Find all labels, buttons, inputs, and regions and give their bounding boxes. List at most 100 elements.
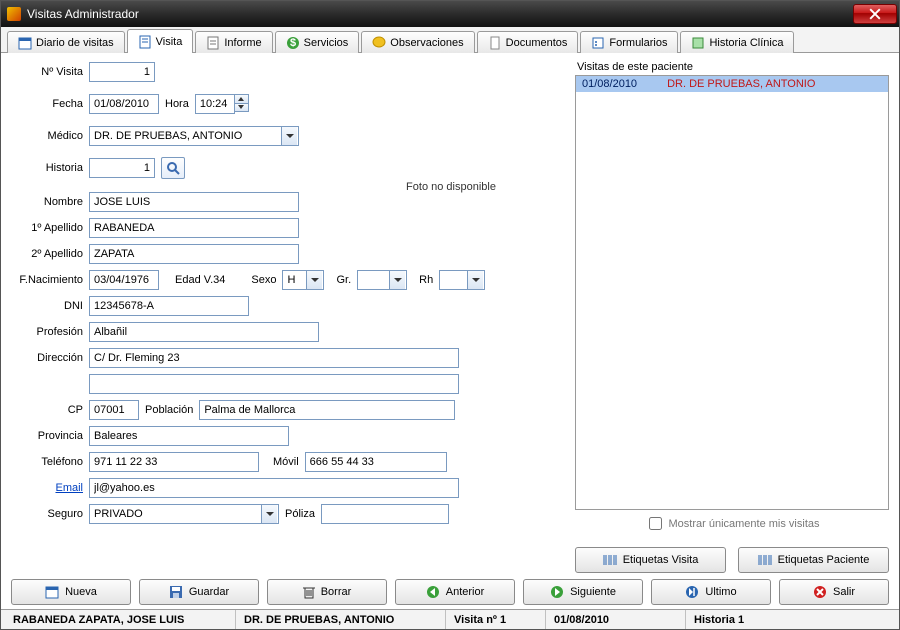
tab-bar: Diario de visitas Visita Informe $ Servi… bbox=[1, 27, 899, 53]
label-dni: DNI bbox=[11, 300, 83, 312]
tab-documentos[interactable]: Documentos bbox=[477, 31, 579, 53]
barcode-icon bbox=[603, 554, 617, 566]
tab-formularios[interactable]: Formularios bbox=[580, 31, 678, 53]
label-historia: Historia bbox=[11, 162, 83, 174]
fecha-input[interactable] bbox=[89, 94, 159, 114]
window-title: Visitas Administrador bbox=[27, 7, 853, 21]
label-n-visita: Nº Visita bbox=[11, 66, 83, 78]
label-email[interactable]: Email bbox=[11, 482, 83, 494]
salir-button[interactable]: Salir bbox=[779, 579, 889, 605]
hora-spinner[interactable] bbox=[235, 94, 249, 112]
visit-row[interactable]: 01/08/2010 DR. DE PRUEBAS, ANTONIO bbox=[576, 76, 888, 92]
direccion-input[interactable] bbox=[89, 348, 459, 368]
gr-combo[interactable] bbox=[357, 270, 407, 290]
button-label: Ultimo bbox=[705, 586, 736, 598]
apellido2-input[interactable] bbox=[89, 244, 299, 264]
exit-icon bbox=[813, 585, 827, 599]
nombre-input[interactable] bbox=[89, 192, 299, 212]
label-rh: Rh bbox=[419, 274, 433, 286]
tab-observaciones[interactable]: Observaciones bbox=[361, 31, 474, 53]
label-fecha: Fecha bbox=[11, 98, 83, 110]
visit-list[interactable]: 01/08/2010 DR. DE PRUEBAS, ANTONIO bbox=[575, 75, 889, 510]
arrow-left-icon bbox=[426, 585, 440, 599]
poliza-input[interactable] bbox=[321, 504, 449, 524]
chevron-down-icon bbox=[261, 505, 277, 523]
guardar-button[interactable]: Guardar bbox=[139, 579, 259, 605]
label-poliza: Póliza bbox=[285, 508, 315, 520]
borrar-button[interactable]: Borrar bbox=[267, 579, 387, 605]
label-profesion: Profesión bbox=[11, 326, 83, 338]
button-label: Guardar bbox=[189, 586, 229, 598]
n-visita-input[interactable] bbox=[89, 62, 155, 82]
direccion2-input[interactable] bbox=[89, 374, 459, 394]
barcode-icon bbox=[758, 554, 772, 566]
history-icon bbox=[691, 36, 705, 50]
tab-diario[interactable]: Diario de visitas bbox=[7, 31, 125, 53]
comment-icon bbox=[372, 36, 386, 50]
cp-input[interactable] bbox=[89, 400, 139, 420]
bottom-toolbar: Nueva Guardar Borrar Anterior Siguiente … bbox=[1, 575, 899, 609]
chevron-down-icon bbox=[235, 104, 248, 112]
historia-input[interactable] bbox=[89, 158, 155, 178]
tab-visita[interactable]: Visita bbox=[127, 29, 194, 53]
chevron-down-icon bbox=[389, 271, 405, 289]
hora-input[interactable] bbox=[195, 94, 235, 114]
button-label: Anterior bbox=[446, 586, 485, 598]
label-gr: Gr. bbox=[336, 274, 351, 286]
tab-historia[interactable]: Historia Clínica bbox=[680, 31, 794, 53]
search-history-button[interactable] bbox=[161, 157, 185, 179]
tab-label: Diario de visitas bbox=[36, 37, 114, 49]
arrow-last-icon bbox=[685, 585, 699, 599]
document-icon bbox=[488, 36, 502, 50]
button-label: Salir bbox=[833, 586, 855, 598]
new-icon bbox=[45, 585, 59, 599]
tab-servicios[interactable]: $ Servicios bbox=[275, 31, 360, 53]
provincia-input[interactable] bbox=[89, 426, 289, 446]
etiquetas-paciente-button[interactable]: Etiquetas Paciente bbox=[738, 547, 889, 573]
sexo-combo[interactable]: H bbox=[282, 270, 324, 290]
label-nombre: Nombre bbox=[11, 196, 83, 208]
tab-label: Observaciones bbox=[390, 37, 463, 49]
label-seguro: Seguro bbox=[11, 508, 83, 520]
tab-label: Servicios bbox=[304, 37, 349, 49]
label-movil: Móvil bbox=[273, 456, 299, 468]
nueva-button[interactable]: Nueva bbox=[11, 579, 131, 605]
ultimo-button[interactable]: Ultimo bbox=[651, 579, 771, 605]
seguro-combo[interactable]: PRIVADO bbox=[89, 504, 279, 524]
status-historia: Historia 1 bbox=[685, 610, 895, 629]
fnacimiento-input[interactable] bbox=[89, 270, 159, 290]
only-mine-checkbox[interactable] bbox=[649, 517, 662, 530]
button-label: Etiquetas Paciente bbox=[778, 554, 870, 566]
button-label: Borrar bbox=[321, 586, 352, 598]
medico-value: DR. DE PRUEBAS, ANTONIO bbox=[94, 130, 279, 142]
tab-informe[interactable]: Informe bbox=[195, 31, 272, 53]
dni-input[interactable] bbox=[89, 296, 249, 316]
siguiente-button[interactable]: Siguiente bbox=[523, 579, 643, 605]
apellido1-input[interactable] bbox=[89, 218, 299, 238]
profesion-input[interactable] bbox=[89, 322, 319, 342]
label-hora: Hora bbox=[165, 98, 189, 110]
button-label: Etiquetas Visita bbox=[623, 554, 699, 566]
tab-label: Documentos bbox=[506, 37, 568, 49]
save-icon bbox=[169, 585, 183, 599]
status-patient: RABANEDA ZAPATA, JOSE LUIS bbox=[5, 610, 235, 629]
form-area: Nº Visita Fecha Hora Médico DR. bbox=[11, 61, 569, 573]
poblacion-input[interactable] bbox=[199, 400, 455, 420]
etiquetas-visita-button[interactable]: Etiquetas Visita bbox=[575, 547, 726, 573]
dollar-icon: $ bbox=[286, 36, 300, 50]
app-icon bbox=[7, 7, 21, 21]
label-cp: CP bbox=[11, 404, 83, 416]
content: Nº Visita Fecha Hora Médico DR. bbox=[1, 53, 899, 575]
close-button[interactable] bbox=[853, 4, 897, 24]
telefono-input[interactable] bbox=[89, 452, 259, 472]
report-icon bbox=[206, 36, 220, 50]
label-apellido2: 2º Apellido bbox=[11, 248, 83, 260]
arrow-right-icon bbox=[550, 585, 564, 599]
rh-combo[interactable] bbox=[439, 270, 485, 290]
email-input[interactable] bbox=[89, 478, 459, 498]
label-poblacion: Población bbox=[145, 404, 193, 416]
medico-combo[interactable]: DR. DE PRUEBAS, ANTONIO bbox=[89, 126, 299, 146]
anterior-button[interactable]: Anterior bbox=[395, 579, 515, 605]
chevron-down-icon bbox=[467, 271, 483, 289]
movil-input[interactable] bbox=[305, 452, 447, 472]
